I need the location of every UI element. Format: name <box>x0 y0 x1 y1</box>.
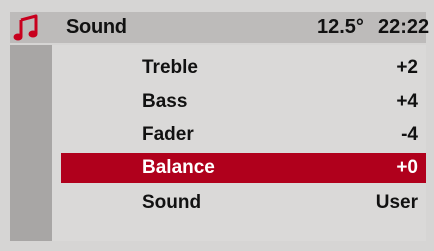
menu-item-bass[interactable]: Bass +4 <box>52 87 426 117</box>
menu-item-label: Fader <box>142 124 194 145</box>
menu-item-fader[interactable]: Fader -4 <box>52 120 426 150</box>
menu-item-value: User <box>375 192 418 213</box>
menu-item-label: Treble <box>142 57 198 78</box>
header-bar: Sound 12.5° 22:22 <box>10 12 430 43</box>
clock-readout: 22:22 <box>378 16 430 38</box>
menu-item-sound[interactable]: Sound User <box>52 188 426 218</box>
menu-item-label: Balance <box>142 157 215 178</box>
menu-item-label: Sound <box>142 192 202 213</box>
menu-item-value: +0 <box>396 157 418 178</box>
settings-list: Treble +2 Bass +4 Fader -4 Balance +0 So… <box>52 45 426 241</box>
menu-item-value: +2 <box>396 57 418 78</box>
music-note-icon <box>10 12 52 43</box>
sound-settings-screen: Sound 12.5° 22:22 Treble +2 Bass +4 Fade… <box>0 0 434 251</box>
menu-item-treble[interactable]: Treble +2 <box>52 53 426 83</box>
temperature-readout: 12.5° <box>317 16 364 38</box>
menu-item-balance[interactable]: Balance +0 <box>61 153 426 183</box>
menu-item-value: +4 <box>396 91 418 112</box>
menu-item-value: -4 <box>401 124 418 145</box>
page-title: Sound <box>66 16 127 38</box>
sidebar <box>10 45 52 241</box>
menu-item-label: Bass <box>142 91 188 112</box>
